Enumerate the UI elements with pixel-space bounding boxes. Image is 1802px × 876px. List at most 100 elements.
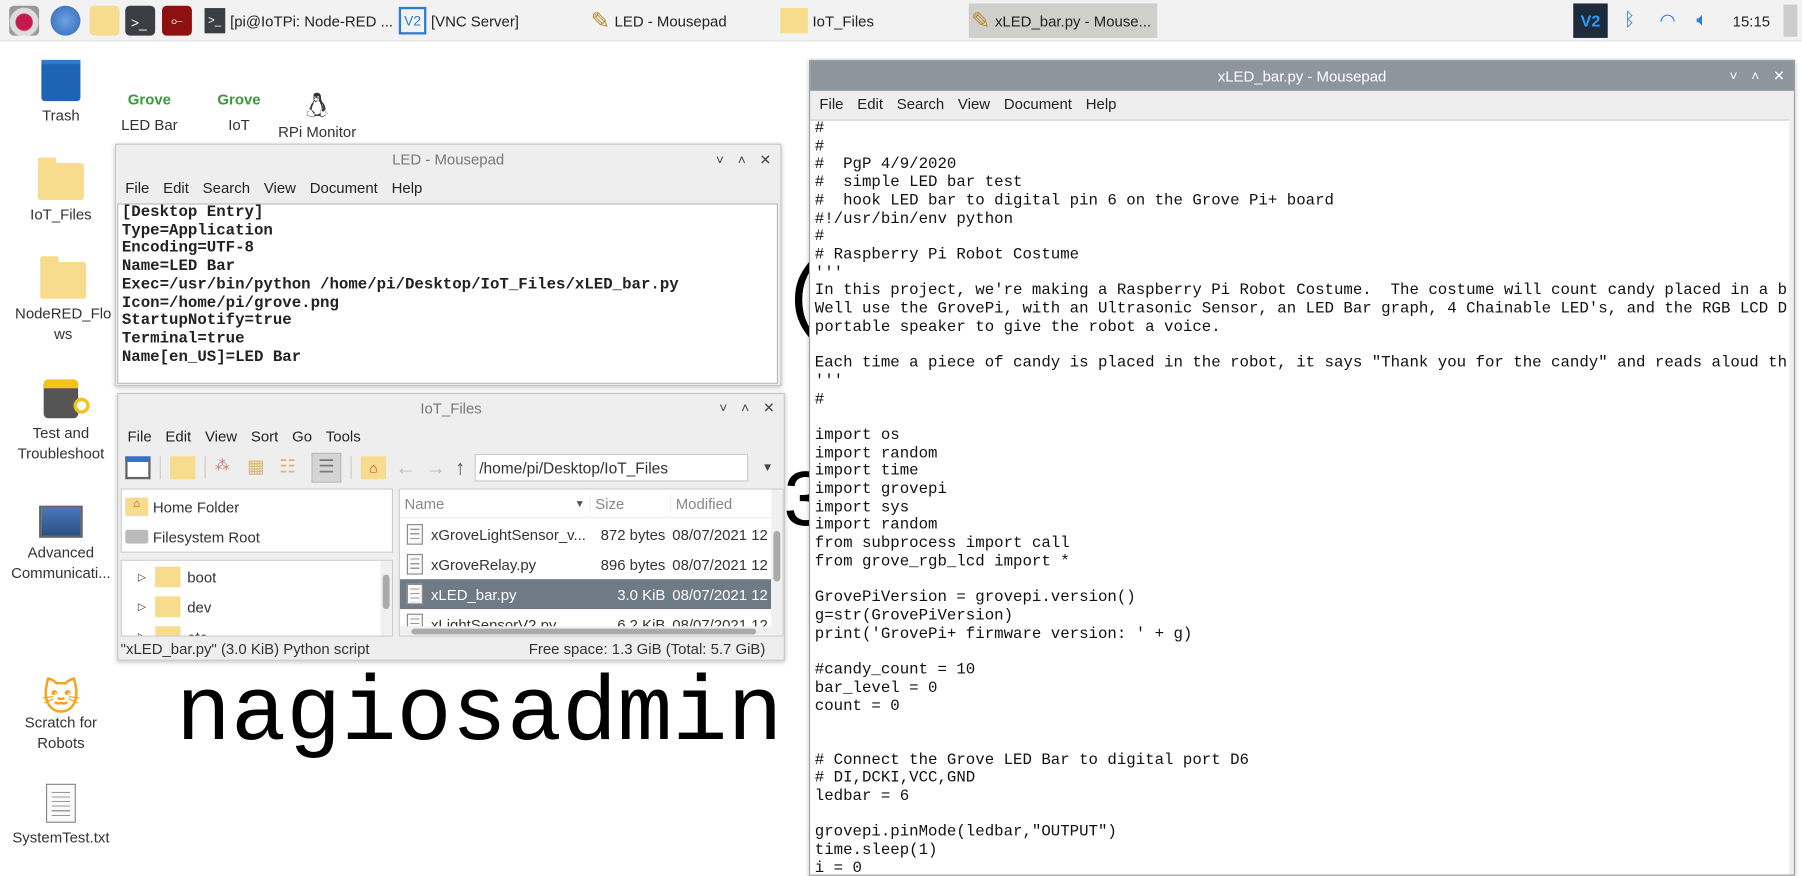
menu-view[interactable]: View [951,95,997,112]
file-modified: 08/07/2021 12 [672,555,768,573]
menu-document[interactable]: Document [303,179,385,196]
menu-sort[interactable]: Sort [244,427,285,444]
folder-icon [780,8,808,34]
file-list-vertical-scrollbar[interactable] [771,489,783,636]
path-input[interactable] [474,453,749,482]
task-xled-bar-mousepad[interactable]: ✎ xLED_bar.py - Mouse... [968,3,1158,38]
clock[interactable]: 15:15 [1728,7,1774,35]
menu-file[interactable]: File [812,95,850,112]
menu-edit[interactable]: Edit [156,179,196,196]
menu-file[interactable]: File [121,427,159,444]
place-home-folder[interactable]: ⌂ Home Folder [122,492,392,522]
column-header-name[interactable]: Name [400,495,590,512]
tree-item-dev[interactable]: ▷ dev [122,592,392,622]
menu-help[interactable]: Help [385,179,430,196]
menu-edit[interactable]: Edit [159,427,199,444]
task-vnc-server[interactable]: V2 [VNC Server] [396,3,582,37]
desktop-icon-systemtest-txt[interactable]: SystemTest.txt [3,772,118,848]
minimize-icon[interactable]: ˅ [1729,68,1737,84]
expand-arrow-icon[interactable]: ▷ [138,600,146,613]
task-label: [pi@IoTPi: Node-RED ... [230,12,394,30]
side-pane-icon[interactable] [125,456,151,480]
file-list-horizontal-scrollbar[interactable] [399,626,772,636]
up-arrow-icon[interactable]: ↑ [455,456,465,480]
minimize-icon[interactable]: ˅ [719,400,727,416]
close-icon[interactable]: ✕ [760,151,772,167]
home-icon[interactable]: ⌂ [360,456,387,480]
desktop: nagiosadmin ( 3 >_ ⟜ >_ [pi@IoTPi: Node-… [0,0,1802,876]
forward-arrow-icon[interactable]: → [425,456,446,480]
menu-view[interactable]: View [257,179,303,196]
text-editor-area[interactable]: [Desktop Entry] Type=Application Encodin… [117,203,779,384]
window-titlebar[interactable]: LED - Mousepad ˅ ˄ ✕ [116,145,780,174]
back-arrow-icon[interactable]: ← [395,456,416,480]
compact-view-icon[interactable]: ☷ [279,456,302,479]
window-titlebar[interactable]: IoT_Files ˅ ˄ ✕ [118,394,783,422]
task-node-red-terminal[interactable]: >_ [pi@IoTPi: Node-RED ... [202,3,393,37]
thumbnail-view-icon[interactable]: ▦ [247,456,270,479]
text-editor-area[interactable]: # # # PgP 4/9/2020 # simple LED bar test… [810,119,1790,875]
icon-label: Advanced Communicati... [11,543,111,582]
menu-search[interactable]: Search [196,179,257,196]
desktop-icon-scratch-robots[interactable]: 🐱︎ Scratch for Robots [3,657,118,754]
place-filesystem-root[interactable]: Filesystem Root [122,522,392,552]
close-icon[interactable]: ✕ [763,400,775,416]
tree-item-boot[interactable]: ▷ boot [122,562,392,592]
bluetooth-icon[interactable]: ᛒ [1618,7,1641,35]
text-file-icon [45,772,76,823]
menu-help[interactable]: Help [1079,95,1124,112]
web-browser-icon[interactable] [50,5,81,36]
terminal-icon[interactable]: >_ [125,5,156,36]
robot-gear-icon [43,368,90,419]
column-header-size[interactable]: Size [589,494,670,512]
vnc-tray-icon[interactable]: V2 [1573,3,1608,38]
desktop-icon-rpi-monitor[interactable]: 🐧︎ RPi Monitor [260,67,375,143]
desktop-icon-advanced-communication[interactable]: Advanced Communicati... [3,487,118,584]
expand-arrow-icon[interactable]: ▷ [138,571,146,584]
desktop-icon-nodered-flows[interactable]: NodeRED_Flows [3,248,123,345]
menu-edit[interactable]: Edit [850,95,890,112]
desktop-icon-test-troubleshoot[interactable]: Test and Troubleshoot [3,368,118,465]
menu-document[interactable]: Document [997,95,1079,112]
menu-go[interactable]: Go [285,427,319,444]
path-dropdown-icon[interactable]: ▼ [762,461,773,474]
minimize-icon[interactable]: ˅ [716,151,724,167]
menu-file[interactable]: File [118,179,156,196]
volume-icon[interactable]: 🔈︎ [1689,7,1714,35]
xled-bar-mousepad-window: xLED_bar.py - Mousepad ˅ ˄ ✕ File Edit Sea… [809,59,1796,876]
maximize-icon[interactable]: ˄ [741,400,749,416]
raspberry-menu-icon[interactable] [9,5,40,36]
close-icon[interactable]: ✕ [1773,68,1785,84]
folder-icon [155,566,181,588]
sort-descending-icon: ▼ [574,497,585,510]
file-row[interactable]: xGroveLightSensor_v... 872 bytes 08/07/202… [400,519,783,549]
tree-label: etc [187,628,208,637]
column-header-modified[interactable]: Modified [669,494,732,512]
task-iot-files[interactable]: IoT_Files [778,3,964,37]
maximize-icon[interactable]: ˄ [1751,68,1759,84]
menu-view[interactable]: View [198,427,244,444]
menu-bar: File Edit Search View Document Help [116,175,780,200]
menu-search[interactable]: Search [890,95,951,112]
menu-tools[interactable]: Tools [319,427,368,444]
detailed-list-view-icon[interactable]: ☰ [311,452,342,483]
icon-label: NodeRED_Flows [15,304,112,343]
icon-label: RPi Monitor [278,122,357,141]
tree-item-etc[interactable]: ▷ etc [122,622,392,637]
file-manager-icon[interactable] [89,5,120,36]
new-folder-icon[interactable] [170,456,196,480]
task-led-mousepad[interactable]: ✎ LED - Mousepad [588,3,772,37]
icon-label: LED Bar [121,116,178,134]
maximize-icon[interactable]: ˄ [738,151,746,167]
desktop-icon-iot-files[interactable]: IoT_Files [3,149,118,225]
icon-view-icon[interactable]: ⁂ [215,456,238,479]
file-row[interactable]: xGroveRelay.py 896 bytes 08/07/2021 12 [400,549,783,579]
pencil-icon: ✎ [590,8,610,34]
window-titlebar[interactable]: xLED_bar.py - Mousepad ˅ ˄ ✕ [810,60,1794,91]
cpu-monitor[interactable] [1783,4,1798,37]
file-row[interactable]: xLED_bar.py 3.0 KiB 08/07/2021 12 [399,579,772,610]
expand-arrow-icon[interactable]: ▷ [138,630,146,635]
node-red-icon[interactable]: ⟜ [162,5,192,36]
tree-scrollbar[interactable] [380,560,392,636]
wifi-icon[interactable]: ◠ [1655,7,1680,35]
